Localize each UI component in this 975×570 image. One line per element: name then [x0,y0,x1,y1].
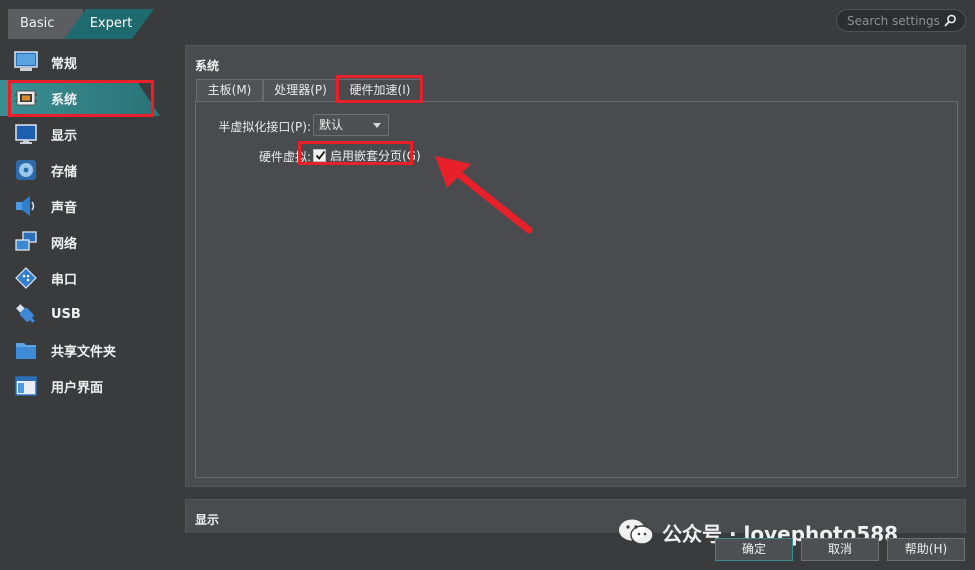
nested-paging-option[interactable]: 启用嵌套分页(G) [313,146,421,164]
system-settings-panel: 系统 主板(M) 处理器(P) 硬件加速(I) 半虚拟化接口(P): 默认 硬件… [185,45,966,487]
tab-processor[interactable]: 处理器(P) [263,79,338,101]
search-box [836,9,966,32]
sidebar-item-label: 用户界面 [51,380,104,396]
sidebar-item-storage[interactable]: 存储 [0,152,160,188]
sidebar-item-label: 系统 [51,92,78,108]
chevron-down-icon [373,123,381,128]
settings-sidebar: 常规 系统 显示 存储 声音 网络 串口 USB 共享文件夹 用户界面 [0,44,160,404]
sidebar-item-label: 共享文件夹 [51,344,117,360]
ok-button[interactable]: 确定 [715,538,793,561]
network-icon [15,231,37,251]
sidebar-item-label: 串口 [51,272,78,288]
mode-toggle: Basic Expert [8,9,154,39]
window-icon [15,376,37,396]
help-button[interactable]: 帮助(H) [887,538,965,561]
sidebar-item-display[interactable]: 显示 [0,116,160,152]
wechat-icon [619,519,654,545]
tab-acceleration[interactable]: 硬件加速(I) [338,79,422,102]
select-value: 默认 [319,118,344,132]
tab-motherboard[interactable]: 主板(M) [196,79,263,101]
annotation-arrow-icon [435,156,533,234]
sidebar-item-general[interactable]: 常规 [0,44,160,80]
sidebar-item-user-interface[interactable]: 用户界面 [0,368,160,404]
usb-icon [16,304,35,323]
sidebar-item-shared-folders[interactable]: 共享文件夹 [0,332,160,368]
chip-icon [14,86,38,110]
paravirt-interface-label: 半虚拟化接口(P): [218,120,311,134]
check-icon [315,150,326,160]
sidebar-item-usb[interactable]: USB [0,296,160,332]
cancel-button[interactable]: 取消 [801,538,879,561]
sidebar-item-system[interactable]: 系统 [0,80,160,116]
display-icon [15,124,37,144]
folder-icon [16,343,36,359]
speaker-icon [16,196,35,216]
hw-virt-label: 硬件虚拟: [258,150,311,164]
paravirt-interface-select[interactable]: 默认 [313,114,389,136]
nested-paging-checkbox[interactable] [313,148,326,162]
sidebar-item-label: 常规 [51,56,78,72]
sidebar-item-label: 显示 [51,128,78,144]
search-icon[interactable] [944,14,957,27]
nested-paging-label: 启用嵌套分页(G) [330,148,421,163]
search-input[interactable] [847,10,943,31]
acceleration-tab-pane: 半虚拟化接口(P): 默认 硬件虚拟: 启用嵌套分页(G) [195,101,958,478]
sidebar-item-label: 声音 [51,200,78,216]
disk-icon [16,160,36,180]
sidebar-item-network[interactable]: 网络 [0,224,160,260]
section-title: 显示 [195,513,220,527]
sidebar-item-audio[interactable]: 声音 [0,188,160,224]
monitor-icon [14,51,38,71]
sidebar-item-label: 存储 [51,164,78,180]
sidebar-item-label: 网络 [51,236,78,252]
sidebar-item-serial[interactable]: 串口 [0,260,160,296]
serial-port-icon [15,267,37,289]
section-title: 系统 [195,59,220,73]
sidebar-item-label: USB [51,306,81,322]
